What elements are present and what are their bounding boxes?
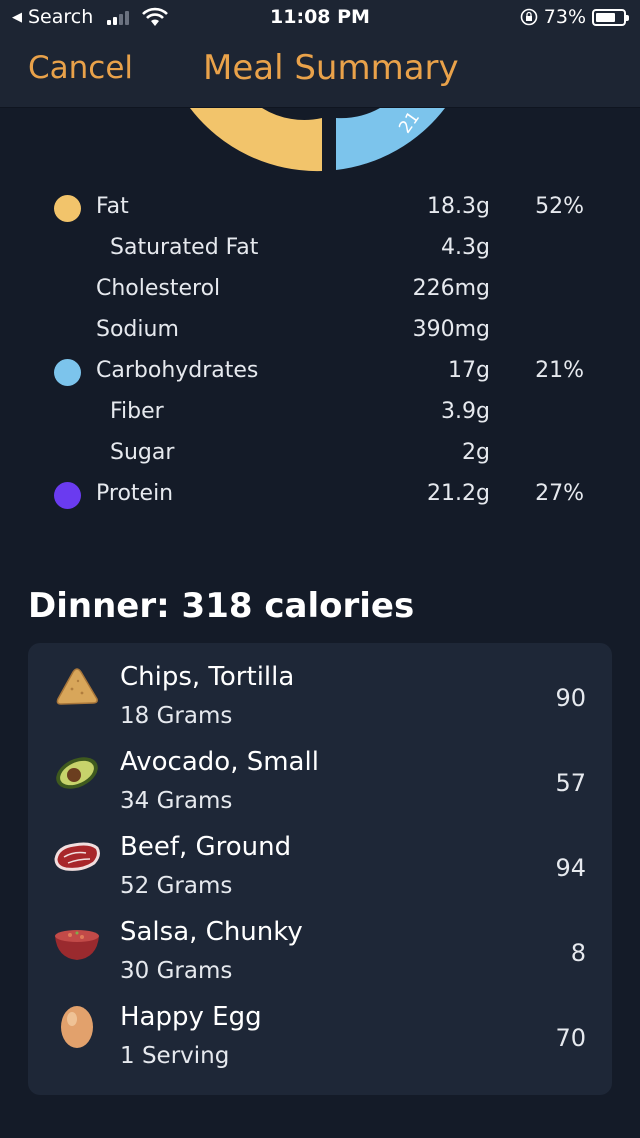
food-name: Happy Egg [120, 1002, 262, 1032]
food-quantity: 30 Grams [120, 958, 233, 984]
nutrient-amount: 4.3g [441, 235, 490, 260]
nutrient-row-protein: Protein 21.2g 27% [0, 475, 640, 516]
nutrient-amount: 2g [462, 440, 490, 465]
nutrient-amount: 21.2g [427, 481, 490, 506]
food-quantity: 18 Grams [120, 703, 233, 729]
food-item-egg[interactable]: Happy Egg 1 Serving 70 [28, 983, 612, 1069]
nutrient-percent: 27% [535, 481, 584, 506]
food-calories: 94 [555, 854, 586, 882]
page-title: Meal Summary [203, 48, 459, 88]
nutrient-row-fiber: Fiber 3.9g [0, 393, 640, 434]
nutrient-label: Fiber [110, 399, 164, 424]
protein-color-dot [54, 482, 81, 509]
tortilla-chip-icon [56, 668, 98, 705]
food-calories: 90 [555, 684, 586, 712]
nutrient-row-saturated-fat: Saturated Fat 4.3g [0, 229, 640, 270]
nutrient-row-carbohydrates: Carbohydrates 17g 21% [0, 352, 640, 393]
nutrient-label: Sodium [96, 317, 179, 342]
dinner-section-title: Dinner: 318 calories [28, 586, 415, 626]
food-calories: 57 [555, 769, 586, 797]
nutrient-label: Protein [96, 481, 174, 506]
dinner-food-list: Chips, Tortilla 18 Grams 90 Avocado, Sma… [28, 643, 612, 1095]
food-item-ground-beef[interactable]: Beef, Ground 52 Grams 94 [28, 813, 612, 899]
nutrient-label: Cholesterol [96, 276, 221, 301]
nutrient-row-cholesterol: Cholesterol 226mg [0, 270, 640, 311]
food-quantity: 34 Grams [120, 788, 233, 814]
nutrient-label: Fat [96, 194, 129, 219]
egg-icon [61, 1006, 93, 1048]
nutrient-amount: 17g [448, 358, 490, 383]
nutrient-percent: 21% [535, 358, 584, 383]
food-name: Salsa, Chunky [120, 917, 303, 947]
nutrient-amount: 3.9g [441, 399, 490, 424]
food-calories: 8 [570, 939, 586, 967]
food-item-avocado[interactable]: Avocado, Small 34 Grams 57 [28, 728, 612, 814]
food-item-salsa[interactable]: Salsa, Chunky 30 Grams 8 [28, 898, 612, 984]
food-quantity: 52 Grams [120, 873, 233, 899]
nutrient-row-sugar: Sugar 2g [0, 434, 640, 475]
nutrient-label: Saturated Fat [110, 235, 259, 260]
nav-header: Cancel Meal Summary [0, 36, 640, 108]
nutrient-amount: 226mg [412, 276, 490, 301]
avocado-icon [56, 757, 98, 789]
steak-icon [54, 842, 100, 871]
cancel-button[interactable]: Cancel [28, 50, 133, 86]
nutrient-label: Sugar [110, 440, 175, 465]
nutrient-row-fat: Fat 18.3g 52% [0, 188, 640, 229]
nutrient-amount: 390mg [412, 317, 490, 342]
food-name: Chips, Tortilla [120, 662, 295, 692]
salsa-bowl-icon [55, 930, 99, 960]
nutrient-list: Fat 18.3g 52% Saturated Fat 4.3g Cholest… [0, 188, 640, 516]
carbohydrates-color-dot [54, 359, 81, 386]
food-quantity: 1 Serving [120, 1043, 230, 1069]
food-name: Beef, Ground [120, 832, 292, 862]
food-item-tortilla-chips[interactable]: Chips, Tortilla 18 Grams 90 [28, 643, 612, 729]
nutrient-percent: 52% [535, 194, 584, 219]
nutrient-amount: 18.3g [427, 194, 490, 219]
nutrient-label: Carbohydrates [96, 358, 259, 383]
nutrient-row-sodium: Sodium 390mg [0, 311, 640, 352]
food-calories: 70 [555, 1024, 586, 1052]
food-name: Avocado, Small [120, 747, 319, 777]
fat-color-dot [54, 195, 81, 222]
